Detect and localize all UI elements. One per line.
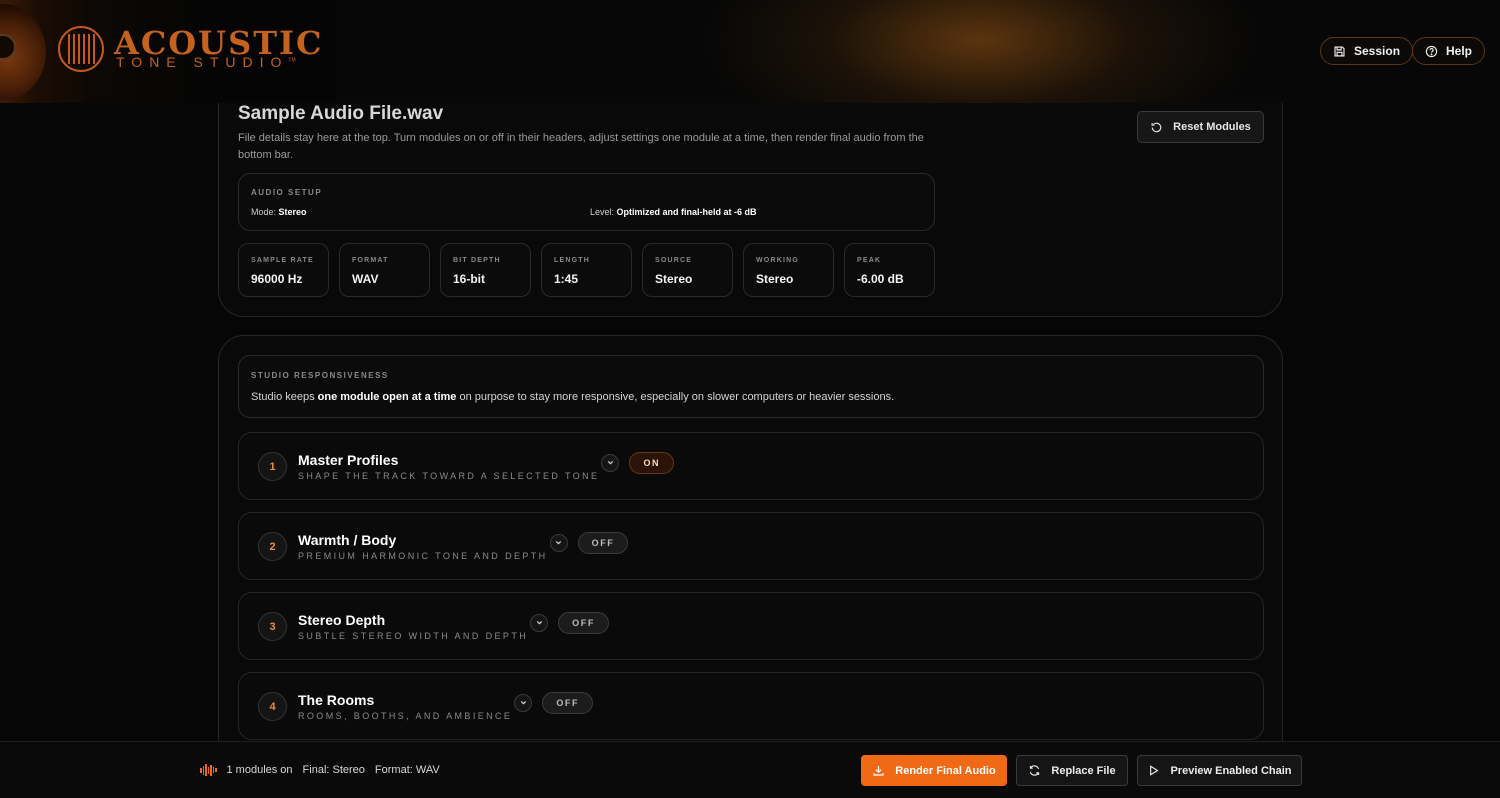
help-icon <box>1425 45 1438 57</box>
audio-level: Level: Optimized and final-held at -6 dB <box>590 207 757 217</box>
expand-chevron-icon[interactable] <box>514 693 533 712</box>
bottom-bar: 1 modules on Final: Stereo Format: WAV R… <box>0 741 1500 798</box>
module-toggle[interactable]: OFF <box>558 611 609 634</box>
download-icon <box>873 766 884 776</box>
output-format: Format: WAV <box>374 764 440 776</box>
module-toggle[interactable]: OFF <box>542 691 594 714</box>
reset-icon <box>1151 122 1162 132</box>
modules-card: STUDIO RESPONSIVENESS Studio keeps one m… <box>218 335 1283 775</box>
final-mode: Final: Stereo <box>302 764 365 776</box>
stat-source: SOURCE Stereo <box>642 243 733 297</box>
audio-setup-title: AUDIO SETUP <box>251 188 323 197</box>
brand-emblem-icon <box>58 26 104 72</box>
help-button[interactable]: Help <box>1412 37 1486 65</box>
module-title: Warmth / Body <box>298 532 397 548</box>
module-title: The Rooms <box>298 692 375 708</box>
responsiveness-text: Studio keeps one module open at a time o… <box>251 391 895 403</box>
module-toggle[interactable]: OFF <box>577 531 629 554</box>
preview-label: Preview Enabled Chain <box>1170 764 1292 777</box>
replace-label: Replace File <box>1051 764 1116 777</box>
stat-length: LENGTH 1:45 <box>541 243 632 297</box>
waveform-icon <box>200 764 217 776</box>
audio-setup-panel: AUDIO SETUP Mode: Stereo Level: Optimize… <box>238 173 935 231</box>
brand-subtitle: TONE STUDIOTM <box>116 54 296 70</box>
module-number: 3 <box>258 612 287 641</box>
module-stereo-depth[interactable]: 3 Stereo Depth SUBTLE STEREO WIDTH AND D… <box>238 592 1264 660</box>
stat-format: FORMAT WAV <box>339 243 430 297</box>
reset-modules-label: Reset Modules <box>1173 121 1251 133</box>
top-header: ACOUSTIC TONE STUDIOTM Session Help <box>0 0 1500 103</box>
preview-enabled-chain-button[interactable]: Preview Enabled Chain <box>1137 755 1302 786</box>
stat-sample-rate: SAMPLE RATE 96000 Hz <box>238 243 329 297</box>
stat-bit-depth: BIT DEPTH 16-bit <box>440 243 531 297</box>
module-subtitle: PREMIUM HARMONIC TONE AND DEPTH <box>298 551 548 561</box>
module-number: 2 <box>258 532 287 561</box>
play-icon <box>1150 765 1159 776</box>
expand-chevron-icon[interactable] <box>549 533 568 552</box>
module-master-profiles[interactable]: 1 Master Profiles SHAPE THE TRACK TOWARD… <box>238 432 1264 500</box>
session-label: Session <box>1354 44 1401 58</box>
audio-mode: Mode: Stereo <box>251 207 307 217</box>
render-final-audio-button[interactable]: Render Final Audio <box>861 755 1007 786</box>
module-number: 4 <box>258 692 287 721</box>
stat-working: WORKING Stereo <box>743 243 834 297</box>
expand-chevron-icon[interactable] <box>530 613 549 632</box>
stat-peak: PEAK -6.00 dB <box>844 243 935 297</box>
responsiveness-panel: STUDIO RESPONSIVENESS Studio keeps one m… <box>238 355 1264 418</box>
header-glow <box>700 0 1260 103</box>
render-label: Render Final Audio <box>895 764 996 777</box>
file-title: Sample Audio File.wav <box>238 103 444 124</box>
help-label: Help <box>1446 44 1473 58</box>
reset-modules-button[interactable]: Reset Modules <box>1137 111 1264 143</box>
module-subtitle: SHAPE THE TRACK TOWARD A SELECTED TONE <box>298 471 600 481</box>
module-warmth-body[interactable]: 2 Warmth / Body PREMIUM HARMONIC TONE AN… <box>238 512 1264 580</box>
save-icon <box>1334 45 1345 57</box>
module-the-rooms[interactable]: 4 The Rooms ROOMS, BOOTHS, AND AMBIENCE … <box>238 672 1264 740</box>
module-subtitle: ROOMS, BOOTHS, AND AMBIENCE <box>298 711 513 721</box>
module-title: Master Profiles <box>298 452 399 468</box>
guitar-image <box>0 4 46 100</box>
chain-status: 1 modules on Final: Stereo Format: WAV <box>200 764 440 776</box>
logo-banner[interactable]: ACOUSTIC TONE STUDIOTM <box>0 0 336 103</box>
session-button[interactable]: Session <box>1320 37 1414 65</box>
modules-on-count: 1 modules on <box>226 764 293 776</box>
expand-chevron-icon[interactable] <box>601 453 620 472</box>
replace-file-button[interactable]: Replace File <box>1016 755 1128 786</box>
refresh-icon <box>1030 765 1040 776</box>
module-subtitle: SUBTLE STEREO WIDTH AND DEPTH <box>298 631 529 641</box>
module-title: Stereo Depth <box>298 612 386 628</box>
file-description: File details stay here at the top. Turn … <box>238 132 924 161</box>
module-toggle[interactable]: ON <box>629 451 675 474</box>
module-number: 1 <box>258 452 287 481</box>
responsiveness-title: STUDIO RESPONSIVENESS <box>251 371 389 380</box>
